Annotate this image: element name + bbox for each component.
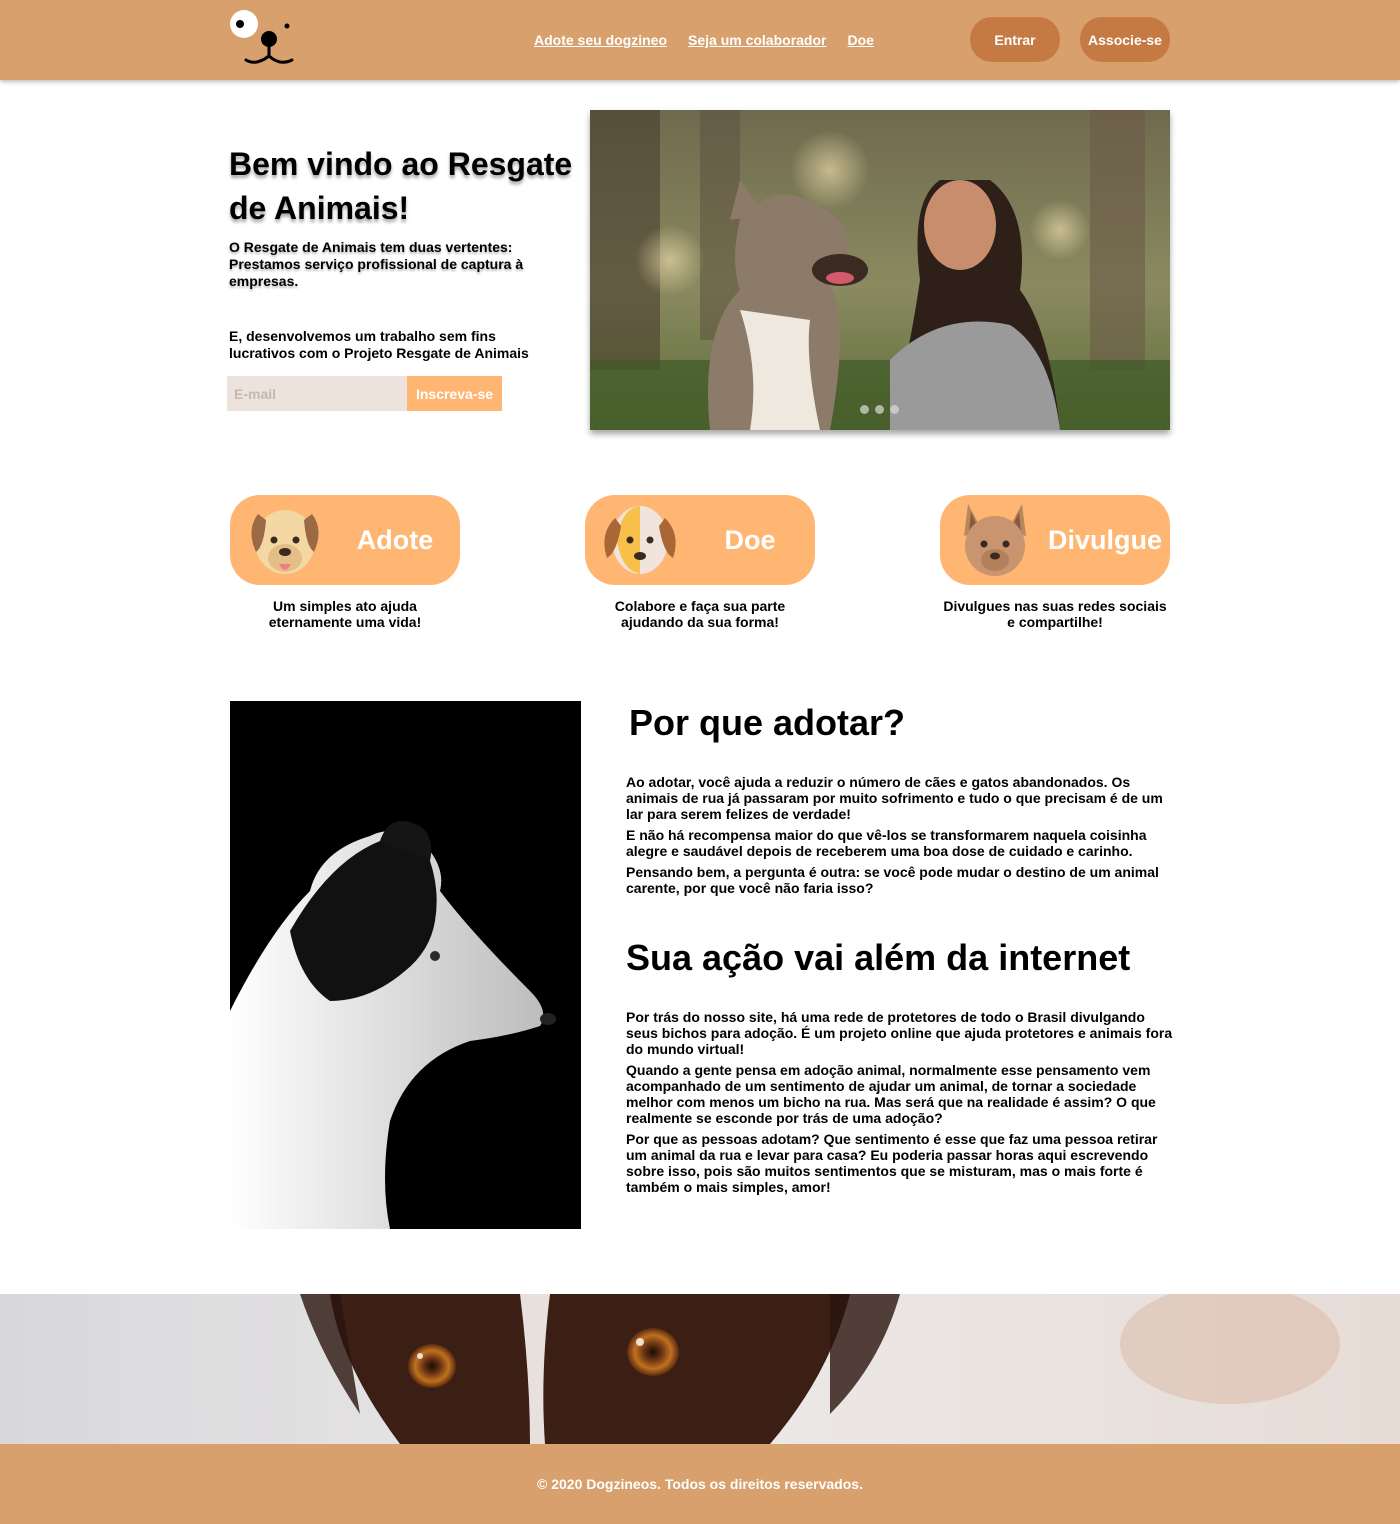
- black-white-dog-photo: [230, 701, 581, 1229]
- card-label: Doe: [724, 524, 776, 555]
- dog-face-icon: [251, 510, 319, 574]
- card-description: Colabore e faça sua parte ajudando da su…: [614, 598, 786, 630]
- dog-logo-icon[interactable]: [228, 10, 294, 68]
- nav-link-donate[interactable]: Doe: [847, 32, 873, 48]
- subscribe-button[interactable]: Inscreva-se: [407, 376, 502, 411]
- email-input[interactable]: [227, 376, 407, 411]
- beyond-internet-paragraph: Por trás do nosso site, há uma rede de p…: [626, 1009, 1173, 1057]
- login-button[interactable]: Entrar: [970, 17, 1060, 62]
- share-card[interactable]: Divulgue: [940, 495, 1170, 585]
- corgi-icon: [964, 504, 1026, 576]
- why-adopt-title: Por que adotar?: [629, 702, 906, 743]
- hero-carousel-image: [590, 110, 1170, 430]
- carousel-dot[interactable]: [875, 405, 884, 414]
- hero-paragraph: O Resgate de Animais tem duas vertentes:…: [229, 239, 524, 289]
- nav-link-adopt[interactable]: Adote seu dogzineo: [534, 32, 667, 48]
- hero-paragraph: E, desenvolvemos um trabalho sem fins lu…: [229, 328, 529, 361]
- dog-eyes-banner: [0, 1294, 1400, 1444]
- beyond-internet-title: Sua ação vai além da internet: [626, 937, 1131, 978]
- carousel-dots: [860, 405, 899, 414]
- adopt-card[interactable]: Adote: [230, 495, 460, 585]
- card-description: Divulgues nas suas redes sociais e compa…: [943, 598, 1167, 630]
- site-footer: © 2020 Dogzineos. Todos os direitos rese…: [0, 1444, 1400, 1524]
- card-label: Adote: [356, 524, 434, 555]
- card-description: Um simples ato ajuda eternamente uma vid…: [268, 598, 422, 630]
- why-adopt-paragraph: E não há recompensa maior do que vê-los …: [626, 827, 1147, 859]
- why-adopt-paragraph: Ao adotar, você ajuda a reduzir o número…: [626, 774, 1163, 822]
- woman-with-dog-photo: [590, 110, 1170, 430]
- beyond-internet-paragraph: Por que as pessoas adotam? Que sentiment…: [626, 1131, 1158, 1195]
- site-header: Adote seu dogzineo Seja um colaborador D…: [0, 0, 1400, 80]
- spotted-dog-icon: [604, 506, 676, 574]
- hero-title: Bem vindo ao Resgate de Animais!: [229, 146, 573, 226]
- why-adopt-paragraph: Pensando bem, a pergunta é outra: se voc…: [626, 864, 1159, 896]
- donate-card[interactable]: Doe: [585, 495, 815, 585]
- copyright-text: © 2020 Dogzineos. Todos os direitos rese…: [537, 1476, 863, 1492]
- carousel-dot[interactable]: [860, 405, 869, 414]
- card-label: Divulgue: [1047, 524, 1162, 555]
- main-nav: Adote seu dogzineo Seja um colaborador D…: [534, 32, 874, 48]
- carousel-dot[interactable]: [890, 405, 899, 414]
- beyond-internet-paragraph: Quando a gente pensa em adoção animal, n…: [626, 1062, 1156, 1126]
- signup-button[interactable]: Associe-se: [1080, 17, 1170, 62]
- nav-link-collaborate[interactable]: Seja um colaborador: [688, 32, 826, 48]
